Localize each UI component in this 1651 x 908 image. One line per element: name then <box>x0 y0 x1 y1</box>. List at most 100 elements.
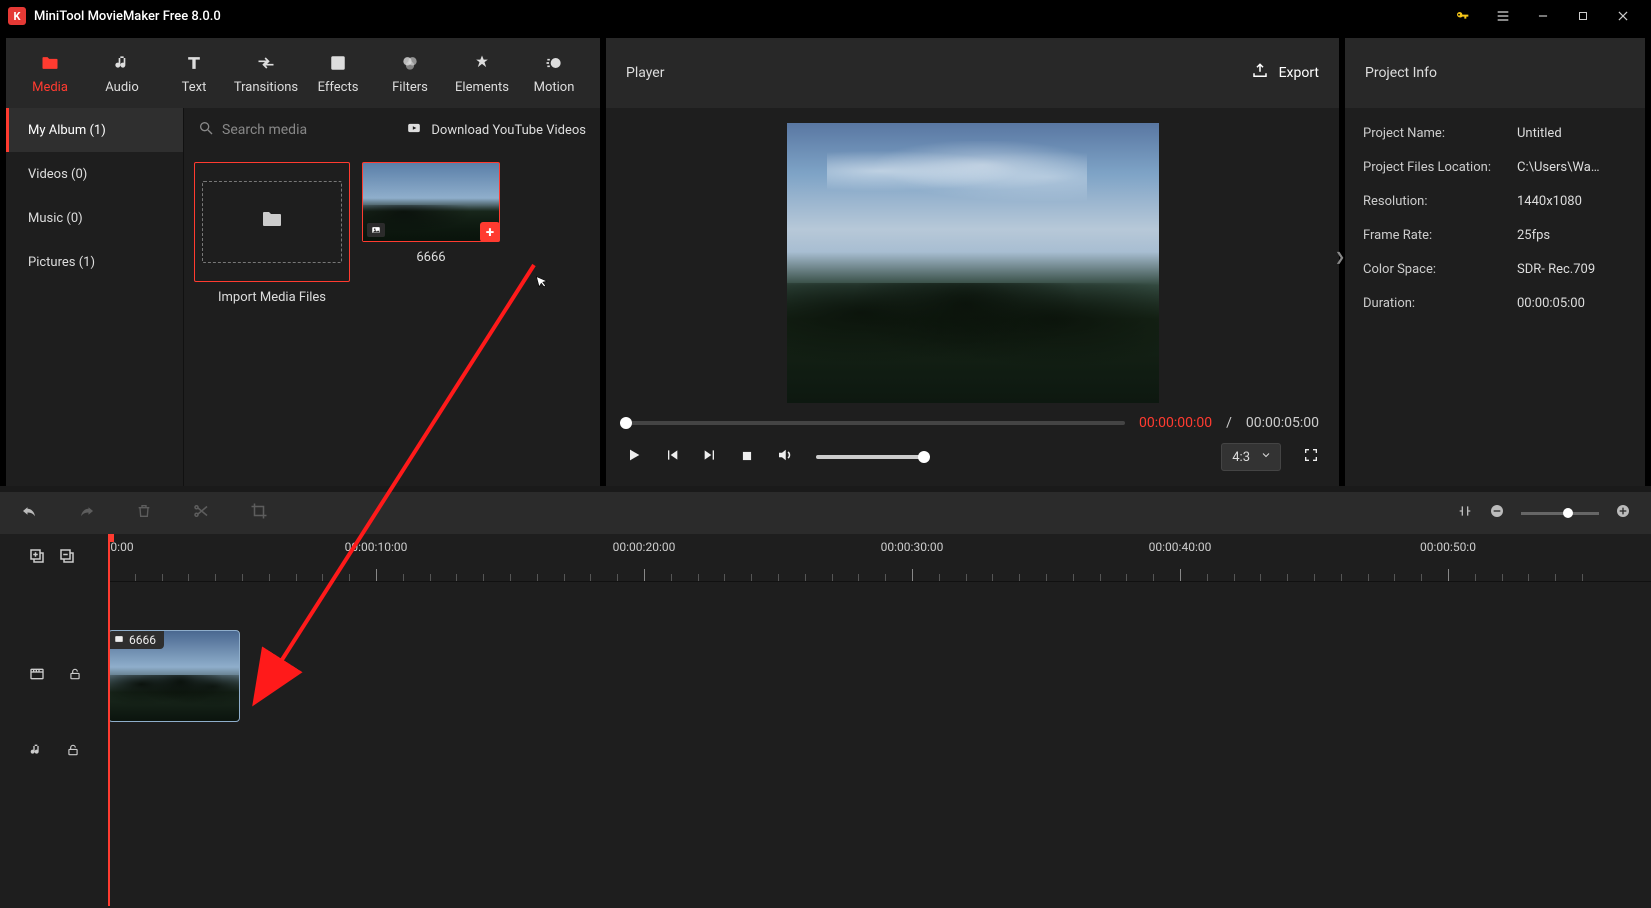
zoom-in-button[interactable] <box>1615 503 1631 524</box>
tab-text[interactable]: Text <box>158 38 230 108</box>
minimize-button[interactable] <box>1523 1 1563 31</box>
ruler-label: 00:00:50:0 <box>1420 540 1476 554</box>
time-separator: / <box>1226 415 1232 431</box>
volume-icon[interactable] <box>776 446 794 468</box>
info-value: Untitled <box>1517 126 1562 141</box>
lock-track-button[interactable] <box>68 666 82 686</box>
zoom-knob[interactable] <box>1563 508 1573 518</box>
search-input[interactable]: Search media <box>198 120 395 140</box>
media-thumbnail[interactable]: + 6666 <box>362 162 500 265</box>
info-row: Resolution:1440x1080 <box>1363 184 1645 218</box>
remove-track-button[interactable] <box>58 547 76 569</box>
player-controls: 4:3 <box>616 437 1329 471</box>
volume-knob[interactable] <box>918 451 930 463</box>
split-button[interactable] <box>192 502 210 525</box>
info-row: Color Space:SDR- Rec.709 <box>1363 252 1645 286</box>
scrub-track[interactable] <box>626 421 1125 425</box>
media-panel: Media Audio Text Transitions Effects Fil… <box>6 38 600 486</box>
tab-label: Transitions <box>234 80 298 95</box>
preview-canvas[interactable] <box>787 123 1159 403</box>
timeline-tracks[interactable]: 0:00 00:00:10:00 00:00:20:00 00:00:30:00… <box>108 534 1651 906</box>
ruler-label: 00:00:10:00 <box>345 540 408 554</box>
zoom-slider[interactable] <box>1521 512 1599 515</box>
media-content: Search media Download YouTube Videos <box>184 108 600 486</box>
info-label: Project Name: <box>1363 126 1517 141</box>
zoom-out-button[interactable] <box>1489 503 1505 524</box>
player-header: Player Export <box>606 38 1339 108</box>
undo-button[interactable] <box>20 502 38 525</box>
picture-badge-icon <box>367 223 385 237</box>
hamburger-menu-icon[interactable] <box>1483 1 1523 31</box>
folder-icon <box>39 52 61 74</box>
add-to-timeline-button[interactable]: + <box>480 222 500 242</box>
play-button[interactable] <box>626 447 642 467</box>
tab-audio[interactable]: Audio <box>86 38 158 108</box>
info-row: Frame Rate:25fps <box>1363 218 1645 252</box>
info-row: Project Files Location:C:\Users\Wa… <box>1363 150 1645 184</box>
search-placeholder: Search media <box>222 122 307 138</box>
crop-button[interactable] <box>250 502 268 525</box>
tab-elements[interactable]: Elements <box>446 38 518 108</box>
timeline-ruler[interactable]: 0:00 00:00:10:00 00:00:20:00 00:00:30:00… <box>108 534 1651 582</box>
info-label: Resolution: <box>1363 194 1517 209</box>
project-info-body: ❯ Project Name:Untitled Project Files Lo… <box>1345 108 1645 486</box>
playhead[interactable] <box>108 534 110 906</box>
scrub-row: 00:00:00:00 / 00:00:05:00 <box>616 403 1329 437</box>
youtube-icon <box>405 121 423 139</box>
sidebar-item-my-album[interactable]: My Album (1) <box>6 108 183 152</box>
lock-track-button[interactable] <box>66 742 80 762</box>
sidebar-item-videos[interactable]: Videos (0) <box>6 152 183 196</box>
transition-icon <box>255 52 277 74</box>
tab-effects[interactable]: Effects <box>302 38 374 108</box>
stop-button[interactable] <box>740 448 754 467</box>
export-button[interactable]: Export <box>1251 62 1319 84</box>
chevron-down-icon <box>1260 449 1272 465</box>
fit-timeline-button[interactable] <box>1457 503 1473 524</box>
picture-icon <box>113 634 125 647</box>
scrub-knob[interactable] <box>620 417 632 429</box>
ratio-value: 4:3 <box>1232 450 1250 465</box>
tab-media[interactable]: Media <box>14 38 86 108</box>
upgrade-key-icon[interactable] <box>1443 1 1483 31</box>
media-body: My Album (1) Videos (0) Music (0) Pictur… <box>6 108 600 486</box>
info-value: 00:00:05:00 <box>1517 296 1585 311</box>
search-icon <box>198 120 214 140</box>
tab-motion[interactable]: Motion <box>518 38 590 108</box>
import-inner <box>202 181 342 263</box>
folder-plus-icon <box>258 207 286 237</box>
prev-frame-button[interactable] <box>664 447 680 467</box>
close-button[interactable] <box>1603 1 1643 31</box>
delete-button[interactable] <box>136 502 152 525</box>
tab-filters[interactable]: Filters <box>374 38 446 108</box>
effects-icon <box>329 52 347 74</box>
project-info-panel: Project Info ❯ Project Name:Untitled Pro… <box>1345 38 1645 486</box>
ruler-label: 00:00:40:00 <box>1149 540 1212 554</box>
import-media-card[interactable]: Import Media Files <box>194 162 350 305</box>
text-icon <box>184 52 204 74</box>
timeline-area: 0:00 00:00:10:00 00:00:20:00 00:00:30:00… <box>0 492 1651 908</box>
add-track-button[interactable] <box>28 547 46 569</box>
import-label: Import Media Files <box>218 290 326 305</box>
sidebar-item-music[interactable]: Music (0) <box>6 196 183 240</box>
tab-label: Elements <box>455 80 509 95</box>
next-frame-button[interactable] <box>702 447 718 467</box>
download-youtube-link[interactable]: Download YouTube Videos <box>405 121 586 139</box>
clip-name: 6666 <box>129 633 156 647</box>
playhead-handle[interactable] <box>108 534 114 542</box>
fullscreen-button[interactable] <box>1303 447 1319 467</box>
sidebar-item-pictures[interactable]: Pictures (1) <box>6 240 183 284</box>
tabs-row: Media Audio Text Transitions Effects Fil… <box>6 38 600 108</box>
info-value: 25fps <box>1517 228 1550 243</box>
tab-label: Motion <box>534 80 575 95</box>
redo-button[interactable] <box>78 502 96 525</box>
volume-slider[interactable] <box>816 455 924 459</box>
ruler-label: 0:00 <box>110 540 133 554</box>
tab-transitions[interactable]: Transitions <box>230 38 302 108</box>
video-track-lane[interactable]: 6666 <box>108 630 1651 722</box>
elements-icon <box>472 52 492 74</box>
collapse-panel-button[interactable]: ❯ <box>1335 250 1345 264</box>
filters-icon <box>400 52 420 74</box>
timeline-clip[interactable]: 6666 <box>108 630 240 722</box>
maximize-button[interactable] <box>1563 1 1603 31</box>
aspect-ratio-select[interactable]: 4:3 <box>1221 443 1281 471</box>
